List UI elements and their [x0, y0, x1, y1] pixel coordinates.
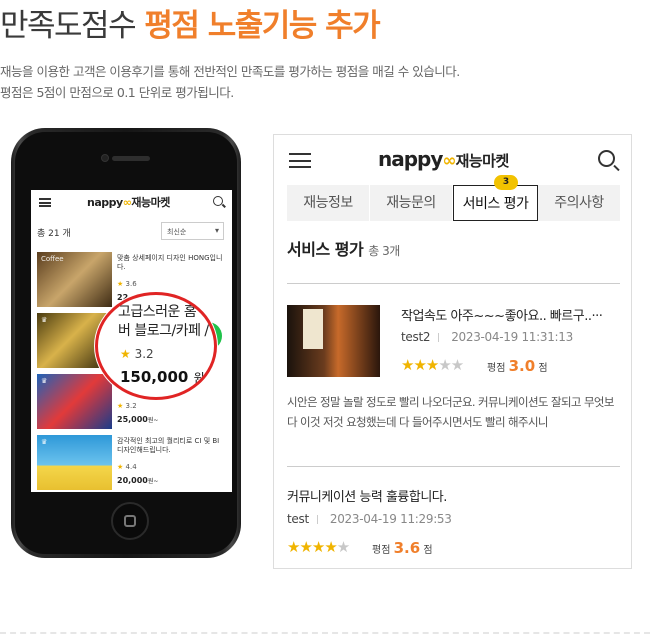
- review-date: 2023-04-19 11:29:53: [329, 512, 452, 526]
- score-label: 평점: [487, 363, 506, 374]
- review-score: 평점 3.6 점: [372, 539, 433, 557]
- meta-separator: [316, 515, 318, 524]
- mobile-header: nappy∞재능마켓: [31, 190, 232, 214]
- panel-logo-text: 재능마켓: [455, 152, 510, 170]
- home-button-icon[interactable]: [111, 502, 149, 540]
- score-value: 3.0: [508, 357, 536, 375]
- item-price-unit: 원~: [147, 478, 159, 485]
- star-rating: ★★★★★: [401, 356, 464, 374]
- tab-talent-inquiry[interactable]: 재능문의: [370, 185, 453, 221]
- review-user: test2: [401, 330, 431, 344]
- thumb-logo: ♛: [41, 316, 48, 324]
- star-rating: ★★★★★: [287, 538, 350, 556]
- logo-mark-icon: ∞: [442, 151, 456, 171]
- total-count: 총 21 개: [37, 229, 71, 239]
- score-value: 3.6: [393, 539, 421, 557]
- zoom-price: 150,000 원 ~: [120, 368, 217, 386]
- zoom-price-value: 150,000: [120, 368, 189, 386]
- item-rating: ★ 4.4: [117, 463, 137, 471]
- tab-bar: 재능정보 재능문의 서비스 평가 주의사항 3: [287, 175, 620, 221]
- star-icon: ★★★: [401, 356, 439, 374]
- star-icon: ★: [117, 402, 124, 410]
- sort-select[interactable]: 최신순: [161, 222, 224, 240]
- star-icon: ★★★★: [287, 538, 338, 556]
- review-meta: test2 2023-04-19 11:31:13: [401, 330, 573, 344]
- zoom-title: 고급스러운 홈 버 블로그/카페 /: [118, 303, 214, 341]
- review-user: test: [287, 512, 309, 526]
- review-title[interactable]: 작업속도 아주~~~좋아요.. 빠르구..···: [401, 305, 619, 324]
- item-price: 20,000원~: [117, 476, 158, 485]
- description: 재능을 이용한 고객은 이용후기를 통해 전반적인 만족도를 평가하는 평점을 …: [0, 61, 460, 103]
- review-count-badge: 3: [494, 175, 518, 190]
- panel-logo-wordmark: nappy: [378, 147, 443, 171]
- section-title: 서비스 평가 총 3개: [287, 236, 400, 260]
- item-thumbnail: ♛: [37, 374, 112, 429]
- tab-precautions[interactable]: 주의사항: [538, 185, 620, 221]
- star-icon: ★: [117, 280, 124, 288]
- sign-graphic: [303, 309, 323, 349]
- search-icon[interactable]: [598, 150, 615, 167]
- review-body: 시안은 정말 놀랄 정도로 빨리 나오더군요. 커뮤니케이션도 잘되고 무엇보다…: [287, 395, 615, 429]
- item-rating-value: 3.2: [125, 402, 137, 410]
- item-price: 25,000원~: [117, 415, 158, 424]
- bottom-divider: [0, 632, 650, 634]
- review-meta: test 2023-04-19 11:29:53: [287, 512, 452, 526]
- menu-icon[interactable]: [289, 153, 311, 168]
- review-score: 평점 3.0 점: [487, 357, 548, 375]
- section-title-text: 서비스 평가: [287, 240, 364, 259]
- section-count: 총 3개: [368, 244, 400, 258]
- star-empty-icon: ★: [336, 538, 350, 556]
- zoom-rating: ★ 3.2: [120, 347, 154, 361]
- item-rating-value: 4.4: [125, 463, 137, 471]
- star-icon: ★: [117, 463, 124, 471]
- review-date: 2023-04-19 11:31:13: [451, 330, 573, 344]
- headline-part2: 평점 노출기능 추가: [144, 8, 380, 44]
- review-panel: nappy∞재능마켓 재능정보 재능문의 서비스 평가 주의사항 3 서비스 평…: [273, 134, 632, 569]
- item-rating: ★ 3.6: [117, 280, 137, 288]
- zoom-rating-value: 3.2: [134, 347, 154, 361]
- menu-icon[interactable]: [39, 198, 51, 207]
- list-item[interactable]: ♛ 감각적인 최고의 퀄리티로 CI 및 BI 디자인해드립니다. ★ 4.4 …: [37, 435, 227, 492]
- speaker-grille: [112, 156, 150, 161]
- description-line-2: 평점은 5점이 만점으로 0.1 단위로 평가됩니다.: [0, 85, 234, 100]
- camera-icon: [101, 154, 109, 162]
- item-thumbnail: ♛: [37, 435, 112, 490]
- mobile-logo-wordmark: nappy: [87, 196, 123, 209]
- score-unit: 점: [423, 545, 433, 556]
- thumb-logo: ♛: [41, 377, 48, 385]
- page-headline: 만족도점수 평점 노출기능 추가: [0, 0, 381, 45]
- star-icon: ★: [120, 347, 131, 361]
- zoom-title-line-2: 버 블로그/카페 /: [118, 323, 209, 339]
- item-thumbnail: Coffee: [37, 252, 112, 307]
- rating-zoom-highlight: 고급스러운 홈 버 블로그/카페 / ★ 3.2 150,000 원 ~: [95, 292, 217, 400]
- thumb-logo: ♛: [41, 438, 48, 446]
- search-icon[interactable]: [213, 196, 223, 206]
- item-title: 감각적인 최고의 퀄리티로 CI 및 BI 디자인해드립니다.: [117, 437, 220, 454]
- score-unit: 점: [538, 363, 548, 374]
- item-price-unit: 원~: [147, 417, 159, 424]
- zoom-title-line-1: 고급스러운 홈: [118, 304, 197, 320]
- description-line-1: 재능을 이용한 고객은 이용후기를 통해 전반적인 만족도를 평가하는 평점을 …: [0, 64, 460, 79]
- item-rating: ★ 3.2: [117, 402, 137, 410]
- item-title: 맞춤 상세페이지 디자인 HONG입니다.: [117, 254, 223, 271]
- review-title[interactable]: 커뮤니케이션 능력 훌륭합니다.: [287, 486, 447, 505]
- meta-separator: [438, 333, 440, 342]
- item-price-value: 20,000: [117, 476, 148, 485]
- zoom-price-unit: 원 ~: [193, 371, 217, 385]
- review-image[interactable]: [287, 305, 380, 377]
- headline-part1: 만족도점수: [0, 8, 137, 44]
- star-empty-icon: ★★: [438, 356, 464, 374]
- tab-service-review[interactable]: 서비스 평가: [453, 185, 538, 221]
- score-label: 평점: [372, 545, 391, 556]
- item-price-value: 25,000: [117, 415, 148, 424]
- thumb-logo: Coffee: [41, 255, 64, 263]
- item-rating-value: 3.6: [125, 280, 137, 288]
- review-divider: [287, 466, 620, 467]
- panel-logo[interactable]: nappy∞재능마켓: [378, 147, 509, 171]
- mobile-logo[interactable]: nappy∞재능마켓: [87, 194, 170, 210]
- tab-talent-info[interactable]: 재능정보: [287, 185, 370, 221]
- section-divider: [287, 283, 620, 284]
- mobile-logo-text: 재능마켓: [131, 196, 170, 209]
